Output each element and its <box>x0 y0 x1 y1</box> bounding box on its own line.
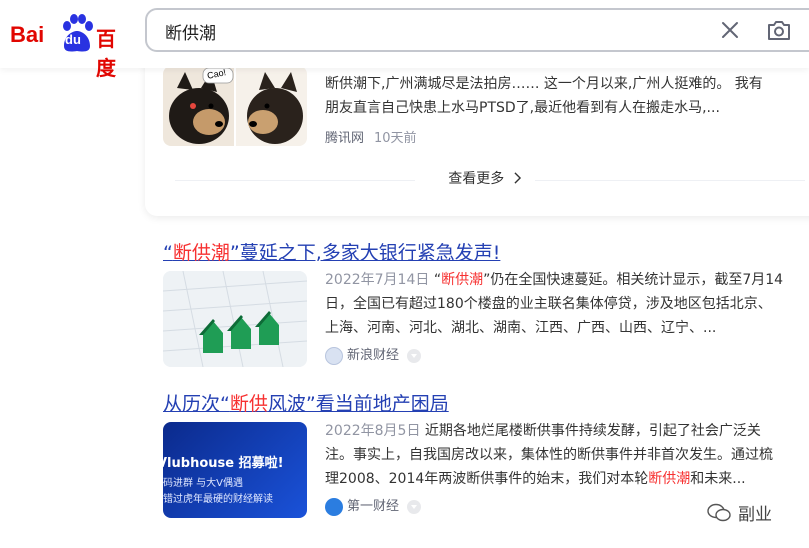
yicai-logo-icon <box>325 497 343 516</box>
chevron-down-icon[interactable] <box>407 499 422 514</box>
search-input[interactable] <box>163 18 687 44</box>
title-text: 从历次“ <box>163 393 230 415</box>
camera-icon[interactable] <box>767 19 791 41</box>
snippet-highlight: 断供潮 <box>441 272 484 288</box>
title-highlight: 断供潮 <box>172 242 230 264</box>
wechat-icon <box>707 503 731 522</box>
result-thumbnail[interactable] <box>163 271 307 367</box>
news-source: 腾讯网 10天前 <box>325 127 417 146</box>
result-source: 第一财经 <box>325 495 422 516</box>
snippet-text: ”仍在全国快速蔓延。相关统计显示，截至7月14 <box>483 272 784 288</box>
snippet-line: 2022年7月14日 “断供潮”仍在全国快速蔓延。相关统计显示，截至7月14 <box>325 268 809 292</box>
baidu-logo[interactable]: Bai du 百度 <box>10 14 130 80</box>
logo-bai-text: Bai <box>10 22 45 47</box>
title-text: ”蔓延之下,多家大银行紧急发声! <box>229 242 501 264</box>
result-title-link[interactable]: “断供潮”蔓延之下,多家大银行紧急发声! <box>163 238 500 265</box>
snippet-line: 日，全国已有超过180个楼盘的业主联名集体停贷，涉及地区包括北京、 <box>325 296 772 312</box>
result-date: 2022年8月5日 <box>325 423 421 439</box>
snippet-line: 上海、河南、河北、湖北、湖南、江西、广西、山西、辽宁、... <box>325 320 717 336</box>
source-name[interactable]: 第一财经 <box>347 499 399 514</box>
source-time: 10天前 <box>374 131 417 146</box>
snippet-text: “ <box>433 272 442 288</box>
result-snippet: 2022年7月14日 “断供潮”仍在全国快速蔓延。相关统计显示，截至7月14 日… <box>325 268 809 340</box>
chevron-down-icon[interactable] <box>407 348 422 363</box>
result-date: 2022年7月14日 <box>325 272 430 288</box>
result-title-link[interactable]: 从历次“断供风波”看当前地产困局 <box>163 389 449 416</box>
chevron-right-icon <box>514 172 521 184</box>
snippet-line: 朋友直言自己快患上水马PTSD了,最近他看到有人在搬走水马,... <box>325 100 720 116</box>
snippet-line: 注。事实上，自我国房改以来，集体性的断供事件并非首次发生。通过梳 <box>325 447 773 463</box>
dog-image <box>163 66 307 146</box>
thumb-title: Vlubhouse 招募啦! <box>163 456 284 471</box>
result-thumbnail[interactable]: Vlubhouse 招募啦! 码进群 与大V偶遇 错过虎年最硬的财经解读 <box>163 422 307 518</box>
watermark-text: 副业 <box>738 505 772 525</box>
snippet-text: 和未来... <box>690 471 746 487</box>
header: Bai du 百度 <box>0 0 809 80</box>
news-snippet: 断供潮下,广州满城尽是法拍房…… 这一个月以来,广州人挺难的。 我有 朋友直言自… <box>325 72 809 120</box>
view-more-button[interactable]: 查看更多 <box>145 168 809 192</box>
sina-logo-icon <box>325 346 343 365</box>
close-icon[interactable] <box>720 20 740 40</box>
thumb-subtitle: 码进群 与大V偶遇 <box>163 478 244 489</box>
title-highlight: 断供 <box>229 393 268 415</box>
source-name[interactable]: 新浪财经 <box>347 348 399 363</box>
house-models-image <box>163 271 307 367</box>
title-text: 风波”看当前地产困局 <box>267 393 449 415</box>
news-thumbnail[interactable]: Cao! <box>163 66 307 146</box>
logo-baidu-cn-text: 百度 <box>96 27 116 80</box>
view-more-label: 查看更多 <box>448 171 505 187</box>
snippet-line: 2022年8月5日 近期各地烂尾楼断供事件持续发酵，引起了社会广泛关 <box>325 419 809 443</box>
wechat-watermark: 副业 <box>706 500 772 525</box>
result-snippet: 2022年8月5日 近期各地烂尾楼断供事件持续发酵，引起了社会广泛关 注。事实上… <box>325 419 809 491</box>
source-name[interactable]: 腾讯网 <box>325 131 364 146</box>
snippet-text: 理2008、2014年两波断供事件的始末，我们对本轮 <box>325 471 649 487</box>
title-text: “ <box>163 242 173 264</box>
result-source: 新浪财经 <box>325 344 422 365</box>
snippet-line: 理2008、2014年两波断供事件的始末，我们对本轮断供潮和未来... <box>325 467 809 491</box>
snippet-line: 断供潮下,广州满城尽是法拍房…… 这一个月以来,广州人挺难的。 我有 <box>325 76 763 92</box>
logo-du-text: du <box>65 32 81 47</box>
thumb-subtitle: 错过虎年最硬的财经解读 <box>163 494 273 505</box>
snippet-text: 近期各地烂尾楼断供事件持续发酵，引起了社会广泛关 <box>424 423 761 439</box>
search-box <box>145 8 809 52</box>
snippet-highlight: 断供潮 <box>648 471 691 487</box>
